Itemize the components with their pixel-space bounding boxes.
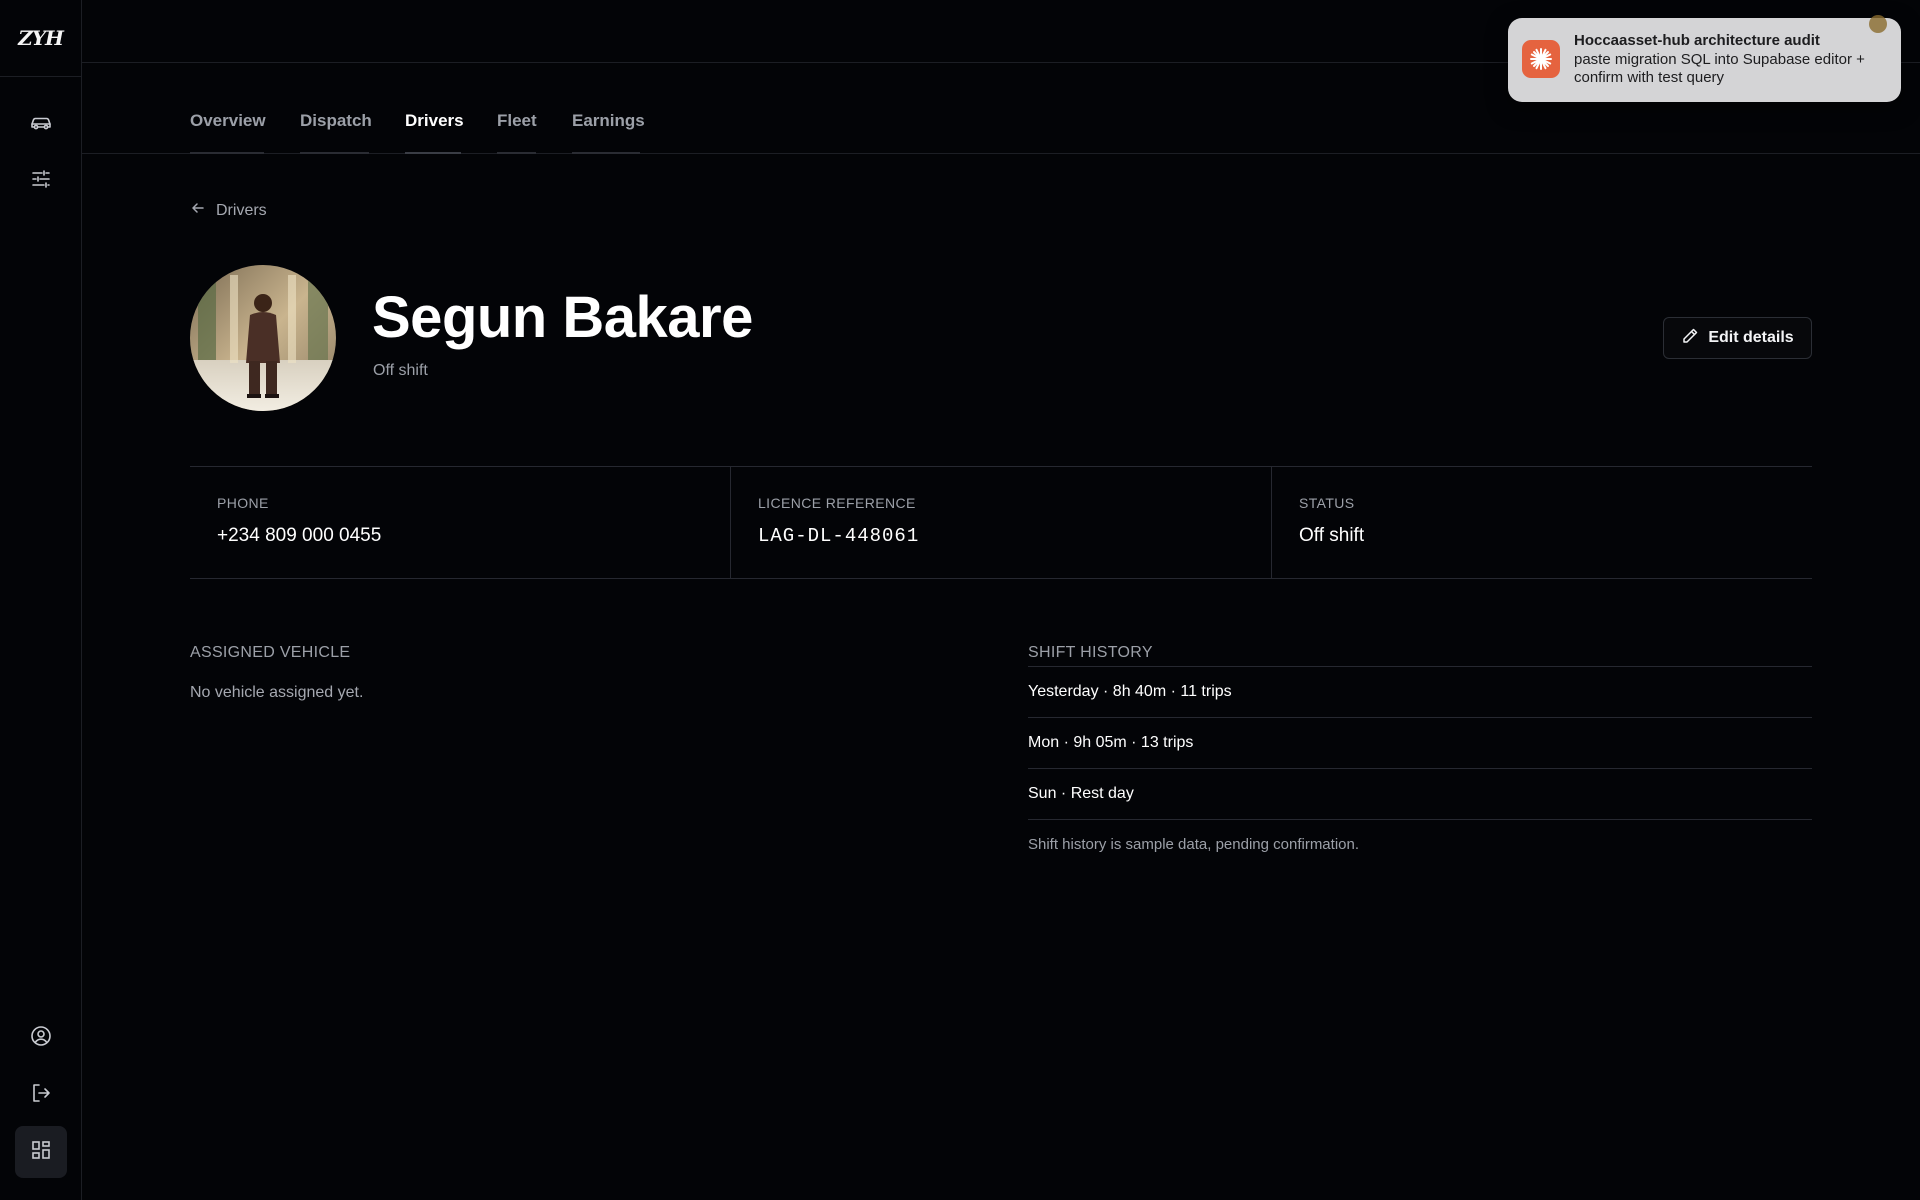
info-phone: PHONE +234 809 000 0455 (190, 467, 731, 578)
driver-name: Segun Bakare (372, 285, 753, 350)
shift-history-section: SHIFT HISTORY Yesterday · 8h 40m · 11 tr… (1028, 644, 1812, 853)
logo-area: ZYH (0, 0, 81, 77)
info-status: STATUS Off shift (1272, 467, 1812, 578)
shift-row: Yesterday · 8h 40m · 11 trips (1028, 667, 1812, 718)
back-link[interactable]: Drivers (190, 200, 267, 221)
section-title: SHIFT HISTORY (1028, 644, 1812, 667)
car-icon (29, 110, 53, 139)
notification-title: Hoccaasset-hub architecture audit (1574, 32, 1820, 49)
tab-fleet[interactable]: Fleet (497, 111, 537, 154)
shift-history-note: Shift history is sample data, pending co… (1028, 836, 1360, 853)
tab-earnings[interactable]: Earnings (572, 111, 645, 154)
assigned-vehicle-section: ASSIGNED VEHICLE No vehicle assigned yet… (190, 644, 363, 702)
sliders-icon (29, 167, 53, 196)
sidebar: ZYH (0, 0, 82, 1200)
info-label: LICENCE REFERENCE (758, 495, 916, 511)
driver-info-grid: PHONE +234 809 000 0455 LICENCE REFERENC… (190, 466, 1812, 579)
sidebar-item-profile[interactable] (20, 1017, 62, 1059)
info-licence: LICENCE REFERENCE LAG-DL-448061 (731, 467, 1272, 578)
tab-drivers[interactable]: Drivers (405, 111, 464, 154)
info-value: Off shift (1299, 525, 1365, 546)
app-logo[interactable]: ZYH (18, 26, 64, 50)
driver-status-subtitle: Off shift (373, 362, 428, 379)
user-circle-icon (29, 1024, 53, 1053)
edit-details-button[interactable]: Edit details (1663, 317, 1812, 359)
tab-overview[interactable]: Overview (190, 111, 266, 154)
info-label: STATUS (1299, 495, 1355, 511)
sidebar-item-apps[interactable] (15, 1126, 67, 1178)
sidebar-item-logout[interactable] (20, 1074, 62, 1116)
sidebar-item-settings[interactable] (20, 160, 62, 202)
shift-row: Sun · Rest day (1028, 769, 1812, 820)
info-label: PHONE (217, 495, 269, 511)
shift-row: Mon · 9h 05m · 13 trips (1028, 718, 1812, 769)
edit-details-label: Edit details (1708, 329, 1794, 346)
gear-icon (1864, 10, 1892, 38)
notification-body: paste migration SQL into Supabase editor… (1574, 51, 1865, 86)
back-link-label: Drivers (216, 201, 267, 219)
pencil-icon (1681, 327, 1699, 350)
info-value: +234 809 000 0455 (217, 525, 382, 546)
empty-state-text: No vehicle assigned yet. (190, 684, 364, 701)
section-title: ASSIGNED VEHICLE (190, 644, 351, 661)
arrow-left-icon (190, 200, 206, 221)
notification-toast[interactable]: Hoccaasset-hub architecture audit paste … (1508, 18, 1901, 102)
info-value: LAG-DL-448061 (758, 525, 920, 547)
sparkle-icon (1522, 40, 1560, 78)
grid-icon (29, 1138, 53, 1167)
logout-icon (29, 1081, 53, 1110)
tab-dispatch[interactable]: Dispatch (300, 111, 372, 154)
sidebar-item-vehicles[interactable] (20, 103, 62, 145)
driver-avatar (190, 265, 336, 411)
